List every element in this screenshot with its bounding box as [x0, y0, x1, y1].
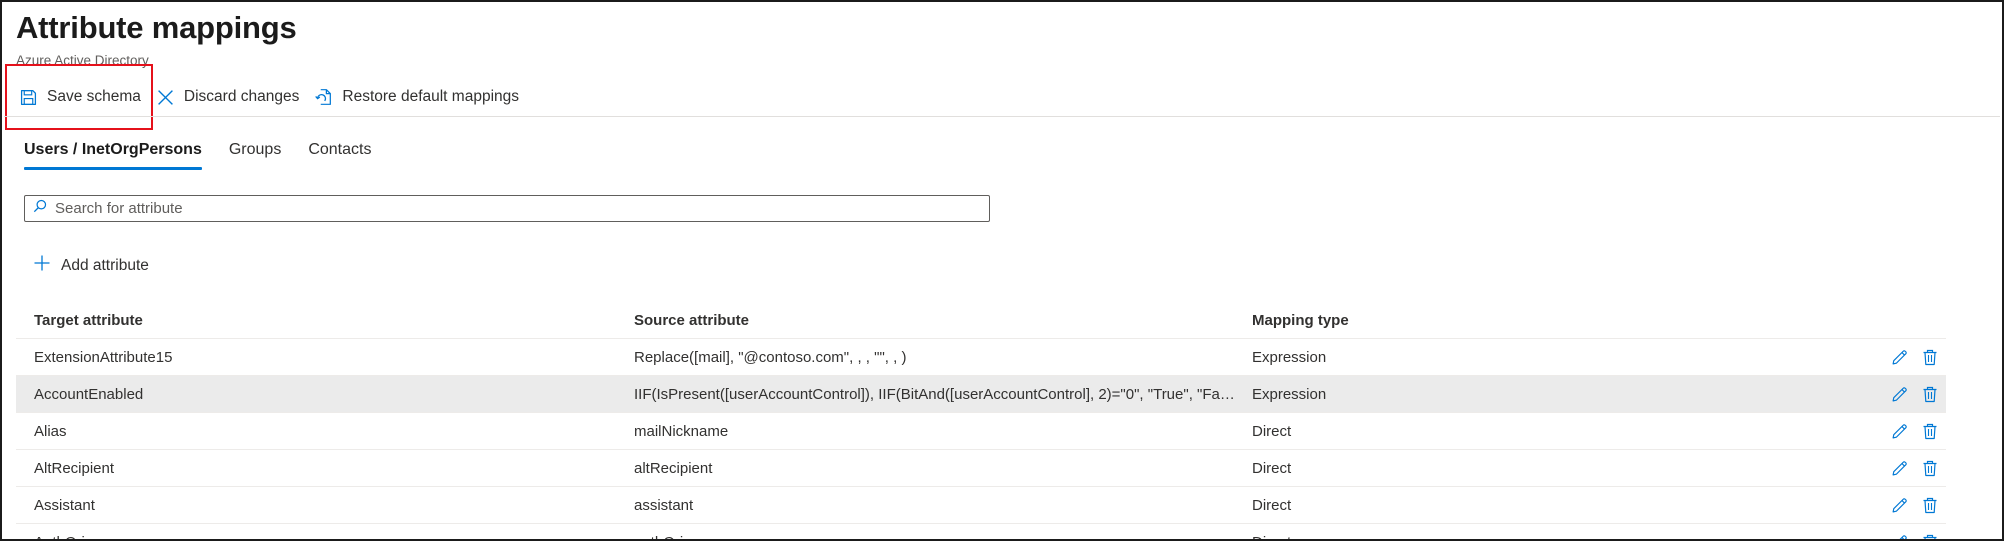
mapping-type-cell: Expression — [1252, 385, 1327, 403]
toolbar-divider — [4, 116, 2000, 117]
mapping-type-cell: Direct — [1252, 422, 1292, 440]
source-attribute-cell: mailNickname — [634, 422, 729, 440]
restore-default-mappings-button[interactable]: Restore default mappings — [314, 82, 519, 112]
table-row[interactable]: AuthOrigauthOrigDirect — [16, 524, 1946, 540]
attribute-mappings-page: Attribute mappings Azure Active Director… — [0, 0, 2004, 541]
target-attribute-cell: Alias — [34, 422, 67, 440]
target-attribute-cell: Assistant — [34, 496, 95, 514]
attribute-mappings-table: Target attribute Source attribute Mappin… — [16, 302, 1946, 540]
row-actions — [1840, 497, 1946, 514]
source-attribute-cell: Replace([mail], "@contoso.com", , , "", … — [634, 348, 907, 366]
attribute-search-box — [24, 195, 990, 222]
restore-icon — [314, 88, 332, 106]
mapping-type-cell: Expression — [1252, 348, 1327, 366]
add-attribute-button[interactable]: Add attribute — [34, 255, 149, 276]
mapping-type-cell: Direct — [1250, 534, 1840, 540]
edit-icon[interactable] — [1891, 460, 1908, 477]
restore-default-mappings-label: Restore default mappings — [342, 88, 520, 105]
delete-icon[interactable] — [1922, 386, 1938, 403]
delete-icon[interactable] — [1922, 460, 1938, 477]
command-bar: Save schema Discard changes Restore defa… — [20, 82, 519, 112]
edit-icon[interactable] — [1891, 423, 1908, 440]
save-icon — [20, 89, 37, 106]
edit-icon[interactable] — [1891, 349, 1908, 366]
row-actions — [1840, 349, 1946, 366]
edit-icon[interactable] — [1891, 386, 1908, 403]
target-attribute-cell: AltRecipient — [34, 459, 115, 477]
save-schema-button[interactable]: Save schema — [20, 82, 141, 112]
source-attribute-cell: assistant — [634, 496, 694, 514]
object-type-tabs: Users / InetOrgPersons Groups Contacts — [24, 138, 398, 170]
column-header-mapping-type: Mapping type — [1252, 311, 1349, 329]
row-actions — [1840, 423, 1946, 440]
plus-icon — [34, 255, 50, 276]
row-actions — [1840, 460, 1946, 477]
source-attribute-cell: altRecipient — [634, 459, 713, 477]
row-actions — [1840, 534, 1946, 539]
search-icon — [33, 199, 47, 218]
table-row[interactable]: AccountEnabled IIF(IsPresent([userAccount… — [16, 376, 1946, 413]
target-attribute-cell: AccountEnabled — [34, 385, 144, 403]
mapping-type-cell: Direct — [1252, 496, 1292, 514]
add-attribute-label: Add attribute — [61, 256, 149, 274]
table-row[interactable]: Assistant assistant Direct — [16, 487, 1946, 524]
table-body: ExtensionAttribute15 Replace([mail], "@co… — [16, 339, 1946, 540]
source-attribute-cell: IIF(IsPresent([userAccountControl]), IIF… — [634, 385, 1244, 403]
page-title: Attribute mappings — [16, 10, 297, 45]
row-actions — [1840, 386, 1946, 403]
tab-groups[interactable]: Groups — [229, 138, 281, 170]
column-header-source: Source attribute — [634, 311, 750, 329]
discard-changes-label: Discard changes — [183, 88, 300, 105]
page-header: Attribute mappings Azure Active Director… — [16, 10, 297, 69]
source-attribute-cell: authOrig — [632, 534, 1250, 540]
page-subtitle: Azure Active Directory — [16, 53, 149, 68]
search-input[interactable] — [55, 200, 955, 217]
target-attribute-cell: ExtensionAttribute15 — [34, 348, 173, 366]
table-row[interactable]: ExtensionAttribute15 Replace([mail], "@co… — [16, 339, 1946, 376]
delete-icon[interactable] — [1922, 534, 1938, 539]
table-header: Target attribute Source attribute Mappin… — [16, 302, 1946, 339]
delete-icon[interactable] — [1922, 349, 1938, 366]
column-header-target: Target attribute — [34, 311, 143, 329]
delete-icon[interactable] — [1922, 423, 1938, 440]
save-schema-label: Save schema — [47, 88, 141, 105]
close-icon — [157, 89, 174, 106]
tab-users-inetorgpersons[interactable]: Users / InetOrgPersons — [24, 138, 202, 170]
discard-changes-button[interactable]: Discard changes — [157, 82, 299, 112]
mapping-type-cell: Direct — [1252, 459, 1292, 477]
tab-contacts[interactable]: Contacts — [308, 138, 371, 170]
table-row[interactable]: Alias mailNickname Direct — [16, 413, 1946, 450]
delete-icon[interactable] — [1922, 497, 1938, 514]
table-row[interactable]: AltRecipient altRecipient Direct — [16, 450, 1946, 487]
edit-icon[interactable] — [1891, 497, 1908, 514]
edit-icon[interactable] — [1891, 534, 1908, 539]
target-attribute-cell: AuthOrig — [16, 534, 632, 540]
